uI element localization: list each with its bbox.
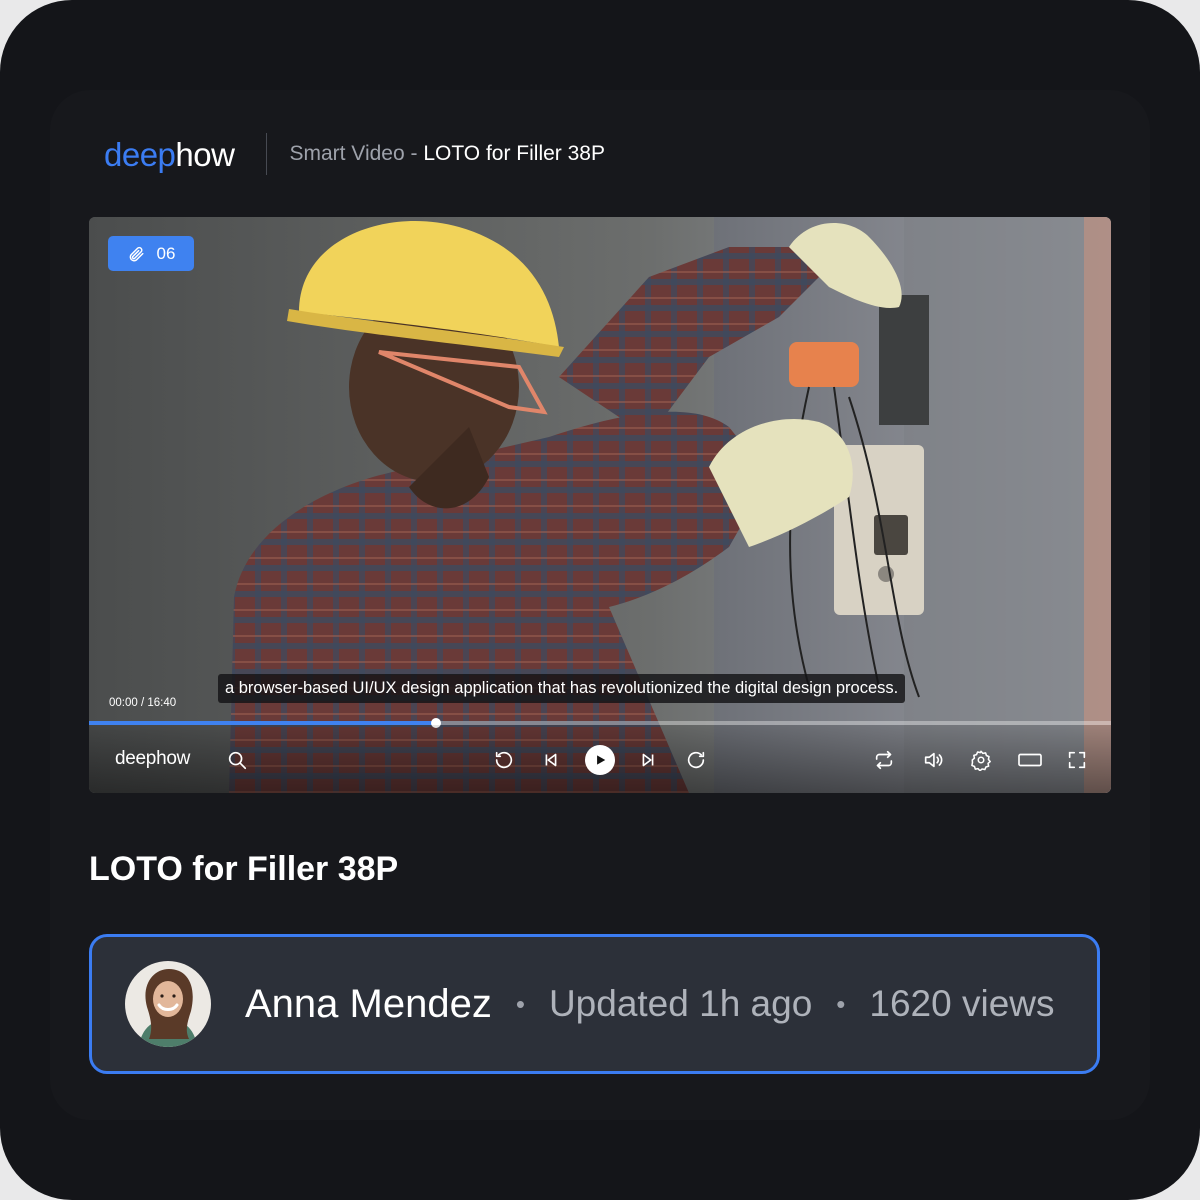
next-button[interactable]: [635, 747, 661, 773]
fullscreen-icon: [1068, 751, 1086, 769]
app-frame: deephow Smart Video - LOTO for Filler 38…: [0, 0, 1200, 1200]
search-button[interactable]: [224, 747, 250, 773]
breadcrumb: Smart Video - LOTO for Filler 38P: [289, 142, 605, 166]
paperclip-icon: [129, 246, 144, 261]
next-icon: [642, 753, 654, 767]
previous-button[interactable]: [538, 747, 564, 773]
updated-time: Updated 1h ago: [548, 983, 813, 1024]
logo-how: how: [175, 135, 235, 173]
header-divider: [266, 133, 268, 175]
video-player[interactable]: 06 a browser-based UI/UX design applicat…: [89, 217, 1111, 793]
attachments-count: 06: [156, 243, 176, 263]
search-icon: [228, 751, 247, 770]
fullscreen-button[interactable]: [1064, 747, 1090, 773]
loop-button[interactable]: [871, 747, 897, 773]
rewind-icon: [495, 751, 513, 769]
separator-dot: •: [836, 988, 846, 1019]
avatar-image: [125, 961, 211, 1047]
play-icon: [597, 755, 606, 765]
view-count: 1620 views: [869, 983, 1055, 1024]
deephow-logo[interactable]: deephow: [104, 135, 235, 173]
time-display: 00:00 / 16:40: [109, 697, 177, 709]
breadcrumb-video-name: LOTO for Filler 38P: [423, 142, 605, 165]
subtitle-caption: a browser-based UI/UX design application…: [218, 674, 906, 703]
header: deephow Smart Video - LOTO for Filler 38…: [104, 132, 605, 176]
forward-icon: [687, 751, 705, 769]
theater-mode-button[interactable]: [1015, 747, 1045, 773]
author-card[interactable]: Anna Mendez • Updated 1h ago • 1620 view…: [89, 934, 1100, 1074]
forward-button[interactable]: [683, 747, 709, 773]
theater-icon: [1018, 753, 1042, 767]
rewind-button[interactable]: [491, 747, 517, 773]
loop-icon: [875, 750, 893, 770]
settings-button[interactable]: [968, 747, 994, 773]
logo-deep: deep: [104, 135, 176, 173]
breadcrumb-section: Smart Video -: [289, 142, 424, 165]
video-title: LOTO for Filler 38P: [89, 850, 399, 888]
play-button[interactable]: [585, 745, 615, 775]
volume-icon: [924, 752, 943, 768]
player-logo[interactable]: deephow: [115, 748, 190, 770]
author-name[interactable]: Anna Mendez: [245, 982, 492, 1027]
video-frame: [89, 217, 1111, 793]
avatar[interactable]: [125, 961, 211, 1047]
volume-button[interactable]: [920, 747, 946, 773]
attachments-badge[interactable]: 06: [108, 236, 194, 271]
previous-icon: [545, 753, 557, 767]
separator-dot: •: [515, 988, 525, 1019]
gear-icon: [971, 750, 991, 771]
